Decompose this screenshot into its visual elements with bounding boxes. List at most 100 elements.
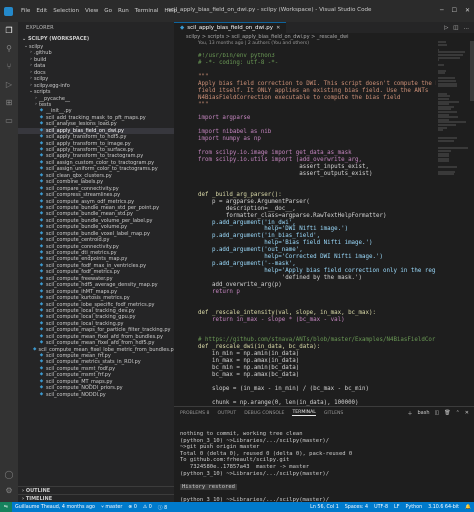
status-language[interactable]: Python [402,505,425,510]
close-panel-icon[interactable]: ✕ [465,410,469,416]
close-icon[interactable]: ✕ [465,7,470,14]
terminal-line: (python_3_10) ~>Libraries/.../scilpy(mas… [180,437,330,444]
remote-explorer-icon[interactable]: ▭ [4,116,14,126]
code-line: import nibabel as nib [198,129,272,136]
menu-run[interactable]: Run [115,8,132,14]
new-terminal-icon[interactable]: ＋ [407,410,412,417]
status-indentation[interactable]: Spaces: 4 [342,505,371,510]
workspace-title: SCILPY (WORKSPACE) [27,36,90,42]
status-branch[interactable]: ⑂ master [98,504,125,510]
editor-tab[interactable]: ◆ scil_apply_bias_field_on_dwi.py ✕ [174,22,287,34]
panel-actions: ＋ bash ◫ 🗑 ⌃ ✕ [407,410,474,417]
account-icon[interactable]: ◯ [4,470,14,480]
menu-file[interactable]: File [18,8,33,14]
menu-bar: File Edit Selection View Go Run Terminal… [18,8,180,14]
minimap-line [438,173,454,176]
tab-gitlens[interactable]: GITLENS [324,411,344,416]
tab-terminal[interactable]: TERMINAL [292,410,316,416]
status-interpreter[interactable]: 3.10.6 64-bit [425,505,462,510]
editor-tab-label: scil_apply_bias_field_on_dwi.py [187,24,274,31]
history-restored-badge: History restored [180,483,237,491]
window-title: scil_apply_bias_field_on_dwi.py - scilpy… [168,7,372,13]
minimap-line [438,72,445,75]
tab-close-icon[interactable]: ✕ [276,23,280,34]
extensions-icon[interactable]: ⊞ [4,98,14,108]
bell-icon[interactable]: 🔔 [462,505,474,510]
explorer-sidebar: EXPLORER ⌄ SCILPY (WORKSPACE) ⌄ scilpy › .g… [18,22,174,502]
breadcrumb[interactable]: scilpy > scripts > scil_apply_bias_field… [174,33,474,41]
status-blame[interactable]: Guillaume Theaud, 4 months ago [12,505,98,510]
bottom-panel: PROBLEMS 8 OUTPUT DEBUG CONSOLE TERMINAL… [174,406,474,504]
minimap-line [438,59,440,62]
menu-edit[interactable]: Edit [33,8,50,14]
code-line: from scilpy.io.image import get_data_as_… [198,150,352,157]
code-line: description=__doc__, [198,205,296,212]
status-info[interactable]: ⓘ 8 [155,504,170,511]
split-terminal-icon[interactable]: ◫ [435,410,440,416]
minimize-icon[interactable]: ─ [440,7,444,14]
explorer-header: EXPLORER [26,25,54,31]
code-line: assert_inputs_exist, [198,164,370,170]
window-controls: ─ ☐ ✕ [440,7,470,14]
tree-item[interactable]: ◆ scil_compute_NODDI.py [18,392,174,398]
minimap-line [438,64,444,67]
code-line: p.add_argument('--mask', [198,261,296,268]
remote-icon[interactable]: ⇋ [0,502,12,512]
editor-scrollbar[interactable] [470,41,474,101]
workspace-section[interactable]: ⌄ SCILPY (WORKSPACE) [18,34,174,44]
editor-area: ◆ scil_apply_bias_field_on_dwi.py ✕ ▷ ◫ … [174,22,474,406]
git-codelens[interactable]: You, 13 months ago | 2 authors (You and … [174,41,474,47]
source-control-icon[interactable]: ⑂ [4,62,14,72]
status-cursor-position[interactable]: Ln 56, Col 1 [307,505,342,510]
chevron-up-icon[interactable]: ⌃ [456,410,460,416]
minimap-line [438,139,454,142]
tab-problems[interactable]: PROBLEMS 8 [180,411,209,416]
python-file-icon: ◆ [180,24,185,31]
menu-terminal[interactable]: Terminal [132,8,162,14]
split-editor-icon[interactable]: ◫ [453,25,458,31]
code-editor[interactable]: #!/usr/bin/env python3 # -*- coding: utf-… [174,53,436,406]
more-actions-icon[interactable]: … [464,25,470,31]
maximize-icon[interactable]: ☐ [452,7,457,14]
terminal-line: To github.com:frheault/scilpy.git [180,457,290,464]
explorer-icon[interactable]: ❐ [4,26,14,36]
editor-actions: ▷ ◫ … [444,22,474,33]
status-warnings[interactable]: ⚠ 0 [140,505,155,510]
terminal-line: (python_3_10) ~>Libraries/.../scilpy(mas… [180,470,330,477]
code-line: p.add_argument('out_name', [198,247,303,254]
status-eol[interactable]: LF [391,505,402,510]
menu-view[interactable]: View [82,8,101,14]
run-file-icon[interactable]: ▷ [444,25,448,31]
shell-label[interactable]: bash [417,410,429,416]
timeline-section[interactable]: › TIMELINE [18,494,174,502]
code-line: return in_max - slope * (bc_max - val) [198,316,345,323]
code-line: in_min = np.amin(in_data) [198,351,300,358]
menu-selection[interactable]: Selection [50,8,82,14]
settings-gear-icon[interactable]: ⚙ [4,486,14,496]
outline-section[interactable]: › OUTLINE [18,486,174,494]
status-errors[interactable]: ⊗ 0 [125,505,140,510]
tab-problems-label: PROBLEMS [180,410,206,416]
problems-count-badge: 8 [206,410,210,416]
search-icon[interactable]: ⚲ [4,44,14,54]
menu-go[interactable]: Go [101,8,115,14]
status-encoding[interactable]: UTF-8 [371,505,391,510]
terminal-output[interactable]: nothing to commit, working tree clean (py… [174,419,474,504]
code-line: bc_max = np.amax(bc_data) [198,372,300,379]
terminal-history-line: History restored [180,483,474,491]
run-debug-icon[interactable]: ▷ [4,80,14,90]
tab-output[interactable]: OUTPUT [217,411,236,416]
minimap[interactable] [438,41,470,406]
code-line: bc_min = np.amin(bc_data) [198,365,300,372]
code-line: #!/usr/bin/env python3 [198,53,275,59]
editor-tab-bar: ◆ scil_apply_bias_field_on_dwi.py ✕ ▷ ◫ … [174,22,474,33]
tab-debug-console[interactable]: DEBUG CONSOLE [244,411,284,416]
trash-icon[interactable]: 🗑 [444,410,450,416]
